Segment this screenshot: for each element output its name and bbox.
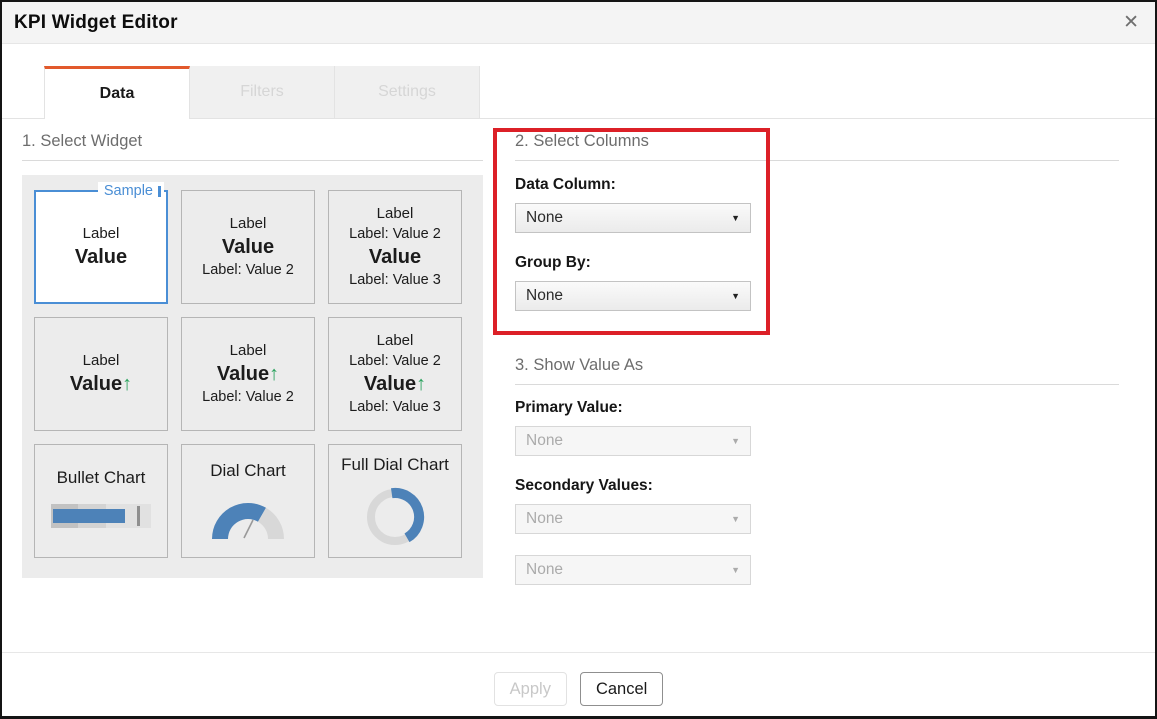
widget-card-bullet-chart[interactable]: Bullet Chart [34, 444, 168, 558]
widget-title: Full Dial Chart [341, 454, 449, 474]
full-dial-chart-icon [367, 487, 425, 545]
widget-card-label-2subs-value[interactable]: Label Label: Value 2 Value Label: Value … [328, 190, 462, 304]
group-by-select[interactable]: None ▼ [515, 281, 751, 311]
group-by-label: Group By: [515, 254, 591, 271]
widget-subline: Label: Value 3 [349, 399, 441, 415]
sample-badge: Sample [97, 182, 164, 200]
widget-label: Label [229, 342, 267, 359]
kpi-widget-editor-dialog: KPI Widget Editor ✕ Data Filters Setting… [0, 0, 1157, 719]
select-columns-section: 2. Select Columns Data Column: None ▼ Gr… [515, 132, 1119, 311]
widget-title: Dial Chart [210, 460, 286, 480]
secondary-value-2: None [526, 561, 564, 578]
widget-grid: Sample Label Value Label Value Label: Va… [22, 175, 483, 578]
cancel-button[interactable]: Cancel [579, 672, 664, 706]
caret-down-icon: ▼ [731, 565, 740, 575]
tabbar: Data Filters Settings [2, 66, 1155, 119]
primary-value-select[interactable]: None ▼ [515, 426, 751, 456]
data-column-value: None [526, 209, 564, 226]
tab-filters[interactable]: Filters [190, 66, 335, 118]
widget-card-label-2subs-value-trend[interactable]: Label Label: Value 2 Value↑ Label: Value… [328, 317, 462, 431]
widget-card-label-value-trend[interactable]: Label Value↑ [34, 317, 168, 431]
widget-subline: Label: Value 2 [202, 262, 294, 278]
trend-up-icon: ↑ [122, 373, 133, 395]
widget-value: Value↑ [363, 373, 427, 395]
widget-card-full-dial-chart[interactable]: Full Dial Chart [328, 444, 462, 558]
primary-value-value: None [526, 432, 564, 449]
group-by-value: None [526, 287, 564, 304]
widget-subline: Label: Value 2 [349, 226, 441, 242]
select-widget-section: 1. Select Widget Sample Label Value Labe… [22, 132, 483, 578]
widget-value: Value [74, 246, 128, 268]
widget-subline: Label: Value 2 [202, 389, 294, 405]
widget-subline: Label: Value 3 [349, 272, 441, 288]
tab-data[interactable]: Data [44, 66, 190, 119]
trend-up-icon: ↑ [269, 363, 280, 385]
widget-card-dial-chart[interactable]: Dial Chart [181, 444, 315, 558]
apply-button[interactable]: Apply [493, 672, 567, 706]
secondary-value-1: None [526, 510, 564, 527]
widget-card-label-value-trend-sub[interactable]: Label Value↑ Label: Value 2 [181, 317, 315, 431]
secondary-values-label: Secondary Values: [515, 477, 653, 494]
caret-down-icon: ▼ [731, 436, 740, 446]
widget-label: Label [376, 332, 414, 349]
widget-title: Bullet Chart [56, 467, 146, 487]
bullet-chart-icon [51, 503, 151, 528]
select-columns-heading: 2. Select Columns [515, 132, 1119, 161]
data-column-select[interactable]: None ▼ [515, 203, 751, 233]
widget-card-label-value[interactable]: Sample Label Value [34, 182, 168, 304]
secondary-value-select-1[interactable]: None ▼ [515, 504, 751, 534]
show-value-as-section: 3. Show Value As Primary Value: None ▼ S… [515, 356, 1119, 585]
dialog-title: KPI Widget Editor [14, 11, 178, 33]
data-column-label: Data Column: [515, 176, 616, 193]
select-widget-heading: 1. Select Widget [22, 132, 483, 161]
footer: Apply Cancel [2, 672, 1155, 706]
widget-value: Value [368, 246, 422, 268]
footer-divider [2, 652, 1155, 653]
titlebar: KPI Widget Editor ✕ [2, 2, 1155, 44]
caret-down-icon: ▼ [731, 291, 740, 301]
widget-label: Label [376, 205, 414, 222]
secondary-value-select-2[interactable]: None ▼ [515, 555, 751, 585]
widget-label: Label [82, 225, 120, 242]
caret-down-icon: ▼ [731, 514, 740, 524]
widget-value: Value [221, 236, 275, 258]
close-icon[interactable]: ✕ [1123, 13, 1139, 32]
tab-settings[interactable]: Settings [335, 66, 480, 118]
widget-label: Label [82, 352, 120, 369]
primary-value-label: Primary Value: [515, 399, 623, 416]
trend-up-icon: ↑ [416, 373, 427, 395]
widget-label: Label [229, 215, 267, 232]
widget-value: Value↑ [69, 373, 133, 395]
widget-card-label-value-sub[interactable]: Label Value Label: Value 2 [181, 190, 315, 304]
dial-chart-icon [212, 502, 284, 539]
widget-subline: Label: Value 2 [349, 353, 441, 369]
show-value-as-heading: 3. Show Value As [515, 356, 1119, 385]
caret-down-icon: ▼ [731, 213, 740, 223]
widget-value: Value↑ [216, 363, 280, 385]
